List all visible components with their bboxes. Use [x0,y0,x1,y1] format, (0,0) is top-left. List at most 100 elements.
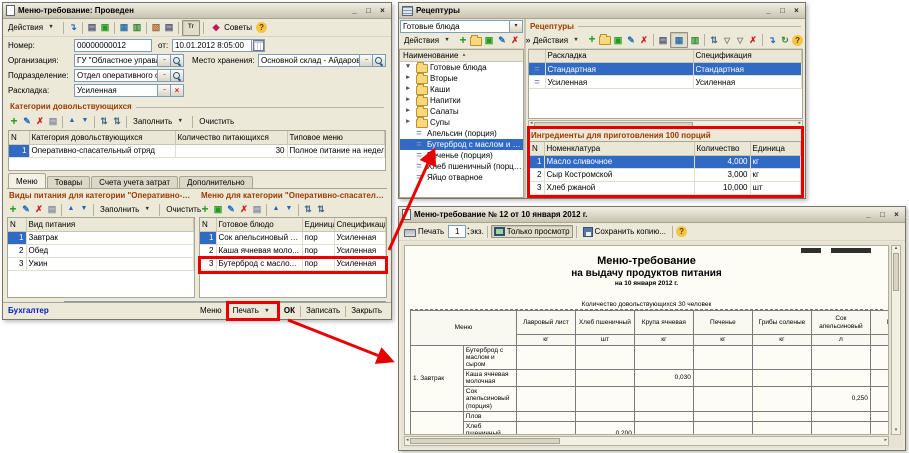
table-row[interactable]: 1 Оперативно-спасательный отряд 30 Полно… [9,144,385,157]
refresh-icon[interactable] [779,34,791,46]
levels-icon[interactable] [689,34,701,46]
table-row[interactable]: 2Сыр Костромской3,000кг [530,168,801,181]
add-icon[interactable] [586,34,598,46]
minimize-button[interactable]: _ [349,6,360,15]
storage-input[interactable]: Основной склад - Айдарова А.Т. - Бу [258,54,360,67]
table-row[interactable]: 1Завтрак [8,231,194,244]
column-header[interactable]: Готовое блюдо [216,218,302,231]
save-button[interactable]: Записать [302,305,344,316]
department-select-button[interactable] [158,69,171,82]
titlebar[interactable]: Рецептуры _ □ × [399,3,805,19]
horizontal-scrollbar[interactable]: ◂▸ [528,120,803,129]
print-button[interactable]: Печать [401,225,447,239]
department-search-button[interactable] [171,69,184,82]
tree-folder[interactable]: Вторые [400,73,523,84]
move-up-icon[interactable] [65,204,77,216]
tree-item[interactable]: Апельсин (порция) [400,128,523,139]
add-copy-icon[interactable] [483,35,495,47]
delete-icon[interactable] [509,35,521,47]
minimize-button[interactable]: _ [763,6,774,15]
organization-input[interactable]: ГУ "Областное управление по ликв [74,54,158,67]
clear-button[interactable]: Очистить [163,203,204,216]
edit-icon[interactable] [225,204,237,216]
fill-button[interactable]: Заполнить [97,202,156,218]
date-input[interactable]: 10.01.2012 8:05:00 [172,39,252,52]
column-header[interactable]: N [9,131,29,144]
structure-icon[interactable] [86,22,98,34]
help-icon[interactable] [256,22,267,33]
save-row-icon[interactable] [47,116,59,128]
number-input[interactable]: 00000000012 [74,39,152,52]
tg-toggle-button[interactable] [182,20,200,36]
sort-asc-icon[interactable] [302,204,314,216]
delete-icon[interactable] [238,204,250,216]
clear-filter-icon[interactable] [747,34,759,46]
edit-icon[interactable] [20,204,32,216]
table-row[interactable]: 3Хлеб ржаной10,000шт [530,181,801,194]
save-row-icon[interactable] [251,204,263,216]
table-row-selected[interactable]: 1Масло сливочное4,000кг [530,155,801,168]
column-header[interactable]: N [200,218,216,231]
column-header[interactable]: Номенклатура [544,142,694,155]
copies-stepper[interactable]: ▴ ▾ [467,226,469,236]
maximize-button[interactable]: □ [777,6,788,15]
delete-icon[interactable] [34,116,46,128]
actions-menu-button[interactable]: Действия [530,32,585,48]
tree-item[interactable]: Яйцо отварное [400,172,523,183]
layout-input[interactable]: Усиленная [74,84,158,97]
column-header[interactable]: Типовое меню [287,131,385,144]
storage-select-button[interactable] [360,54,373,67]
move-down-icon[interactable] [78,204,90,216]
delete-icon[interactable] [33,204,45,216]
table-row[interactable]: УсиленнаяУсиленная [529,76,802,89]
sort-icon[interactable] [708,34,720,46]
maximize-button[interactable]: □ [877,210,888,219]
group-filter-input[interactable]: Готовые блюда [400,20,510,33]
layout-select-button[interactable] [158,84,171,97]
save-copy-button[interactable]: Сохранить копию... [580,225,669,239]
table-row[interactable]: 1Сок апельсиновый (...порУсиленная [200,231,386,244]
titlebar[interactable]: Меню-требование № 12 от 10 января 2012 г… [399,207,905,223]
tree-folder[interactable]: Супы [400,117,523,128]
table-row[interactable]: 2Каша ячневая моло...порУсиленная [200,244,386,257]
organization-select-button[interactable] [158,54,171,67]
menu-button[interactable]: Меню [196,305,226,316]
list-view-toggle[interactable] [670,32,688,48]
edit-icon[interactable] [496,35,508,47]
tree-item[interactable]: Хлеб пшеничный (порция) [400,161,523,172]
column-header[interactable]: Раскладка [545,50,693,63]
column-header[interactable]: Категория довольствующихся [29,131,175,144]
titlebar[interactable]: Меню-требование: Проведен _ □ × [3,3,391,19]
organization-search-button[interactable] [171,54,184,67]
help-icon[interactable] [792,35,803,46]
move-up-icon[interactable] [66,116,78,128]
edit-icon[interactable] [625,34,637,46]
storage-search-button[interactable] [373,54,386,67]
horizontal-scrollbar[interactable]: ◂▸ [404,436,889,446]
add-icon[interactable] [8,116,20,128]
table-row[interactable]: 3Бутерброд с масло...порУсиленная [200,257,386,270]
sort-desc-icon[interactable] [111,116,123,128]
column-header[interactable]: Единица [302,218,334,231]
tips-button[interactable]: Советы [207,20,255,36]
add-folder-icon[interactable] [599,36,611,45]
help-icon[interactable] [676,226,687,237]
column-header[interactable]: Вид питания [26,218,194,231]
hierarchy-view-icon[interactable] [657,34,669,46]
move-down-icon[interactable] [79,116,91,128]
go-icon[interactable] [67,22,79,34]
add-copy-icon[interactable] [612,34,624,46]
add-icon[interactable] [457,35,469,47]
add-copy-icon[interactable] [212,204,224,216]
actions-menu-button[interactable]: Действия [401,33,456,49]
tree-folder[interactable]: Напитки [400,95,523,106]
export-icon[interactable] [766,34,778,46]
close-button[interactable]: Закрыть [347,305,386,316]
tab-menu[interactable]: Меню [8,173,46,188]
close-button[interactable]: × [891,210,902,219]
tree-item-selected[interactable]: Бутерброд с маслом и сыром [400,139,523,150]
tree-item[interactable]: Печенье (порция) [400,150,523,161]
layout-clear-button[interactable] [171,84,184,97]
add-icon[interactable] [7,204,19,216]
tree-folder[interactable]: Салаты [400,106,523,117]
